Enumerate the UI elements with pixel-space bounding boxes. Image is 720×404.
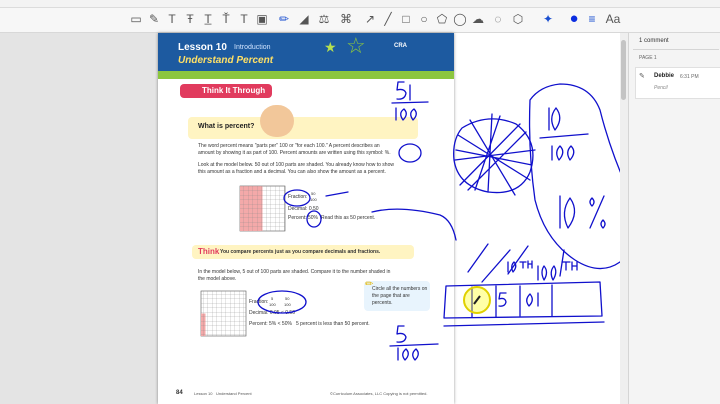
pencil-tool-icon[interactable]: ✏ (276, 11, 292, 27)
comment-count: 1 comment (639, 38, 669, 44)
line-width-icon[interactable]: ≡ (584, 11, 600, 27)
annotation-toolbar: ▭ ✎ T Ŧ T̲ Ť T ▣ ✏ ◢ ⚖ ⌘ ↗ ╱ □ ○ ⬠ ◯ ☁ ◌… (0, 8, 720, 33)
arrow-icon[interactable]: ↗ (362, 11, 378, 27)
percent1-label: Percent: (288, 215, 307, 221)
replace-text-icon[interactable]: T (236, 11, 252, 27)
polygon-icon[interactable]: ⬠ (434, 11, 450, 27)
workspace-gutter (0, 33, 158, 404)
text-icon[interactable]: T (164, 11, 180, 27)
percent2: Percent: 5% < 50% (249, 321, 292, 327)
panel-divider (633, 49, 719, 50)
fraction2-a: 5 (271, 296, 274, 301)
footer-copyright: ©Curriculum Associates, LLC Copying is n… (330, 391, 428, 396)
polygon2-icon[interactable]: ⬡ (510, 11, 526, 27)
stamp-icon[interactable]: ⚖ (316, 11, 332, 27)
think-text: You compare percents just as you compare… (220, 249, 381, 255)
pencil-comment-icon: ✎ (639, 73, 645, 80)
attach-icon[interactable]: ⌘ (338, 11, 354, 27)
percent1-note: Read this as 50 percent. (321, 215, 376, 221)
comment-card[interactable]: ✎ Debbie 6:31 PM Pencil (635, 67, 720, 99)
fraction1-label: Fraction: (288, 194, 308, 200)
comment-icon[interactable]: ▭ (128, 11, 144, 27)
paragraph-3a: In the model below, 5 out of 100 parts a… (198, 269, 391, 275)
document-page: Lesson 10 Introduction Understand Percen… (158, 33, 454, 404)
comment-author: Debbie (654, 73, 675, 79)
percent2-note: 5 percent is less than 50 percent. (296, 321, 370, 327)
pin-icon[interactable]: ✦ (540, 11, 556, 27)
insert-text-icon[interactable]: Ť (218, 11, 234, 27)
fraction2-label: Fraction: (249, 299, 269, 305)
decimal2: Decimal: 0.05 < 0.50 (249, 310, 295, 316)
fraction2-b: 100 (269, 302, 276, 307)
comment-type: Pencil (654, 85, 668, 91)
think-label: Think (198, 247, 220, 256)
highlight-pen-icon[interactable]: ✎ (146, 11, 162, 27)
textbox-icon[interactable]: ▣ (254, 11, 270, 27)
decimal1: Decimal: 0.50 (288, 206, 319, 212)
rectangle-icon[interactable]: □ (398, 11, 414, 27)
callout-text: Circle all the numbers on the page that … (372, 286, 428, 306)
fraction2-c: 50 (285, 296, 290, 301)
footer-lesson: Lesson 10 (194, 391, 213, 396)
footer-sub: Understand Percent (216, 391, 252, 396)
footer-page: 84 (176, 390, 183, 396)
comment-time: 6:31 PM (680, 74, 699, 80)
comments-panel: 1 comment PAGE 1 ✎ Debbie 6:31 PM Pencil (628, 33, 720, 404)
title-strip (0, 0, 720, 8)
fraction1-num: 50 (311, 191, 316, 196)
page-label: PAGE 1 (639, 55, 657, 61)
paragraph-3b: the model above. (198, 276, 237, 282)
fraction2-d: 100 (284, 302, 291, 307)
speech-icon[interactable]: ◌ (490, 11, 506, 27)
color-swatch-icon[interactable]: ● (566, 11, 582, 27)
underline-text-icon[interactable]: T̲ (200, 11, 216, 27)
fraction1-den: 100 (310, 197, 317, 202)
oval-icon[interactable]: ○ (416, 11, 432, 27)
cloud-icon[interactable]: ☁ (470, 11, 486, 27)
eraser-icon[interactable]: ◢ (296, 11, 312, 27)
circle-icon[interactable]: ◯ (452, 11, 468, 27)
scrollbar-thumb[interactable] (621, 40, 626, 100)
font-size-icon[interactable]: Aa (604, 11, 622, 27)
strikethrough-icon[interactable]: Ŧ (182, 11, 198, 27)
percent1-value: 50% (308, 215, 319, 221)
line-icon[interactable]: ╱ (380, 11, 396, 27)
